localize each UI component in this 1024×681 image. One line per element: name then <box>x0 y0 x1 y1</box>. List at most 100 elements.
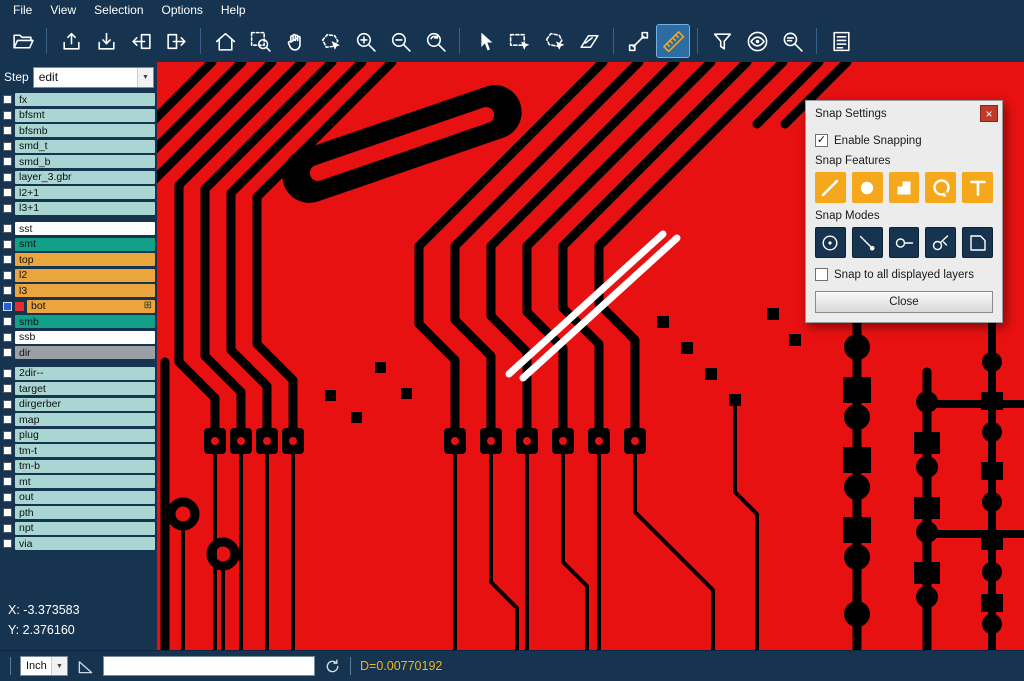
layer-label[interactable]: map <box>15 413 155 426</box>
layer-row-smt[interactable]: smt <box>0 237 157 253</box>
layer-label[interactable]: smb <box>15 315 155 328</box>
layer-label[interactable]: bot⊞ <box>27 300 155 313</box>
layer-row-target[interactable]: target <box>0 381 157 397</box>
export-up-button[interactable] <box>55 25 87 57</box>
import-left-button[interactable] <box>125 25 157 57</box>
layer-row-2dir--[interactable]: 2dir-- <box>0 366 157 382</box>
layer-row-top[interactable]: top <box>0 252 157 268</box>
layer-label[interactable]: ssb <box>15 331 155 344</box>
layer-row-ssb[interactable]: ssb <box>0 330 157 346</box>
close-button[interactable]: Close <box>815 291 993 313</box>
enable-snapping-checkbox[interactable]: ✓ <box>815 134 828 147</box>
snap-text-button[interactable] <box>962 172 993 203</box>
layer-visibility-checkbox[interactable] <box>3 255 12 264</box>
close-icon[interactable]: × <box>980 105 998 122</box>
refresh-icon[interactable] <box>324 658 341 675</box>
home-button[interactable] <box>209 25 241 57</box>
layer-row-bot[interactable]: bot⊞ <box>0 299 157 315</box>
layer-row-out[interactable]: out <box>0 490 157 506</box>
mode-outline-button[interactable] <box>962 227 993 258</box>
layer-label[interactable]: smd_b <box>15 155 155 168</box>
snap-corner-button[interactable] <box>889 172 920 203</box>
import-down-button[interactable] <box>90 25 122 57</box>
mode-slot-h-button[interactable] <box>889 227 920 258</box>
layer-label[interactable]: smd_t <box>15 140 155 153</box>
layer-row-tm-b[interactable]: tm-b <box>0 459 157 475</box>
layer-visibility-checkbox[interactable] <box>3 524 12 533</box>
rect-select-button[interactable] <box>503 25 535 57</box>
layer-row-layer_3.gbr[interactable]: layer_3.gbr <box>0 170 157 186</box>
layer-label[interactable]: top <box>15 253 155 266</box>
layer-label[interactable]: via <box>15 537 155 550</box>
find-net-button[interactable] <box>776 25 808 57</box>
layer-row-tm-t[interactable]: tm-t <box>0 443 157 459</box>
pan-button[interactable] <box>279 25 311 57</box>
layer-row-smd_b[interactable]: smd_b <box>0 154 157 170</box>
select-cursor-button[interactable] <box>468 25 500 57</box>
layer-label[interactable]: tm-t <box>15 444 155 457</box>
step-select[interactable]: edit ▼ <box>33 67 154 88</box>
layer-label[interactable]: target <box>15 382 155 395</box>
layer-visibility-checkbox[interactable] <box>3 333 12 342</box>
layer-visibility-checkbox[interactable] <box>3 415 12 424</box>
layer-row-smd_t[interactable]: smd_t <box>0 139 157 155</box>
menu-help[interactable]: Help <box>212 1 255 19</box>
layer-label[interactable]: l2 <box>15 269 155 282</box>
layer-label[interactable]: sst <box>15 222 155 235</box>
layer-label[interactable]: bfsmt <box>15 109 155 122</box>
layer-visibility-checkbox[interactable] <box>3 240 12 249</box>
zoom-reset-button[interactable] <box>419 25 451 57</box>
dialog-titlebar[interactable]: Snap Settings × <box>806 101 1002 126</box>
layer-visibility-checkbox[interactable] <box>3 400 12 409</box>
layer-label[interactable]: plug <box>15 429 155 442</box>
layer-row-l2[interactable]: l2 <box>0 268 157 284</box>
layer-visibility-checkbox[interactable] <box>3 317 12 326</box>
layer-visibility-checkbox[interactable] <box>3 477 12 486</box>
layer-visibility-checkbox[interactable] <box>3 493 12 502</box>
layer-row-bfsmt[interactable]: bfsmt <box>0 108 157 124</box>
menu-selection[interactable]: Selection <box>85 1 152 19</box>
layer-visibility-checkbox[interactable] <box>3 446 12 455</box>
layer-label[interactable]: l2+1 <box>15 186 155 199</box>
layer-row-dir[interactable]: dir <box>0 345 157 361</box>
open-folder-button[interactable] <box>6 25 38 57</box>
layer-row-l2+1[interactable]: l2+1 <box>0 185 157 201</box>
zoom-in-button[interactable] <box>349 25 381 57</box>
lasso-zoom-button[interactable] <box>314 25 346 57</box>
angle-tool-icon[interactable] <box>77 658 94 675</box>
poly-select-button[interactable] <box>538 25 570 57</box>
layer-visibility-checkbox[interactable] <box>3 95 12 104</box>
layer-visibility-checkbox[interactable] <box>3 431 12 440</box>
layer-row-map[interactable]: map <box>0 412 157 428</box>
layer-label[interactable]: fx <box>15 93 155 106</box>
layer-label[interactable]: tm-b <box>15 460 155 473</box>
layer-row-l3[interactable]: l3 <box>0 283 157 299</box>
layer-visibility-checkbox[interactable] <box>3 462 12 471</box>
layer-row-l3+1[interactable]: l3+1 <box>0 201 157 217</box>
layer-visibility-checkbox[interactable] <box>3 188 12 197</box>
layer-label[interactable]: mt <box>15 475 155 488</box>
export-right-button[interactable] <box>160 25 192 57</box>
snap-arc-button[interactable] <box>925 172 956 203</box>
unit-select[interactable]: Inch ▼ <box>20 656 68 676</box>
layer-label[interactable]: npt <box>15 522 155 535</box>
layer-visibility-checkbox[interactable] <box>3 348 12 357</box>
layer-row-via[interactable]: via <box>0 536 157 552</box>
layer-label[interactable]: layer_3.gbr <box>15 171 155 184</box>
mode-center-button[interactable] <box>815 227 846 258</box>
layer-visibility-checkbox[interactable] <box>3 271 12 280</box>
layer-visibility-checkbox[interactable] <box>3 111 12 120</box>
layer-label[interactable]: 2dir-- <box>15 367 155 380</box>
layer-visibility-checkbox[interactable] <box>3 142 12 151</box>
layer-row-sst[interactable]: sst <box>0 221 157 237</box>
measure-skew-button[interactable] <box>573 25 605 57</box>
layer-label[interactable]: dir <box>15 346 155 359</box>
highlight-eye-button[interactable] <box>741 25 773 57</box>
layer-visibility-checkbox[interactable] <box>3 539 12 548</box>
layer-label[interactable]: l3 <box>15 284 155 297</box>
layer-row-npt[interactable]: npt <box>0 521 157 537</box>
layer-label[interactable]: out <box>15 491 155 504</box>
layer-row-plug[interactable]: plug <box>0 428 157 444</box>
layer-label[interactable]: l3+1 <box>15 202 155 215</box>
layer-visibility-checkbox[interactable] <box>3 173 12 182</box>
